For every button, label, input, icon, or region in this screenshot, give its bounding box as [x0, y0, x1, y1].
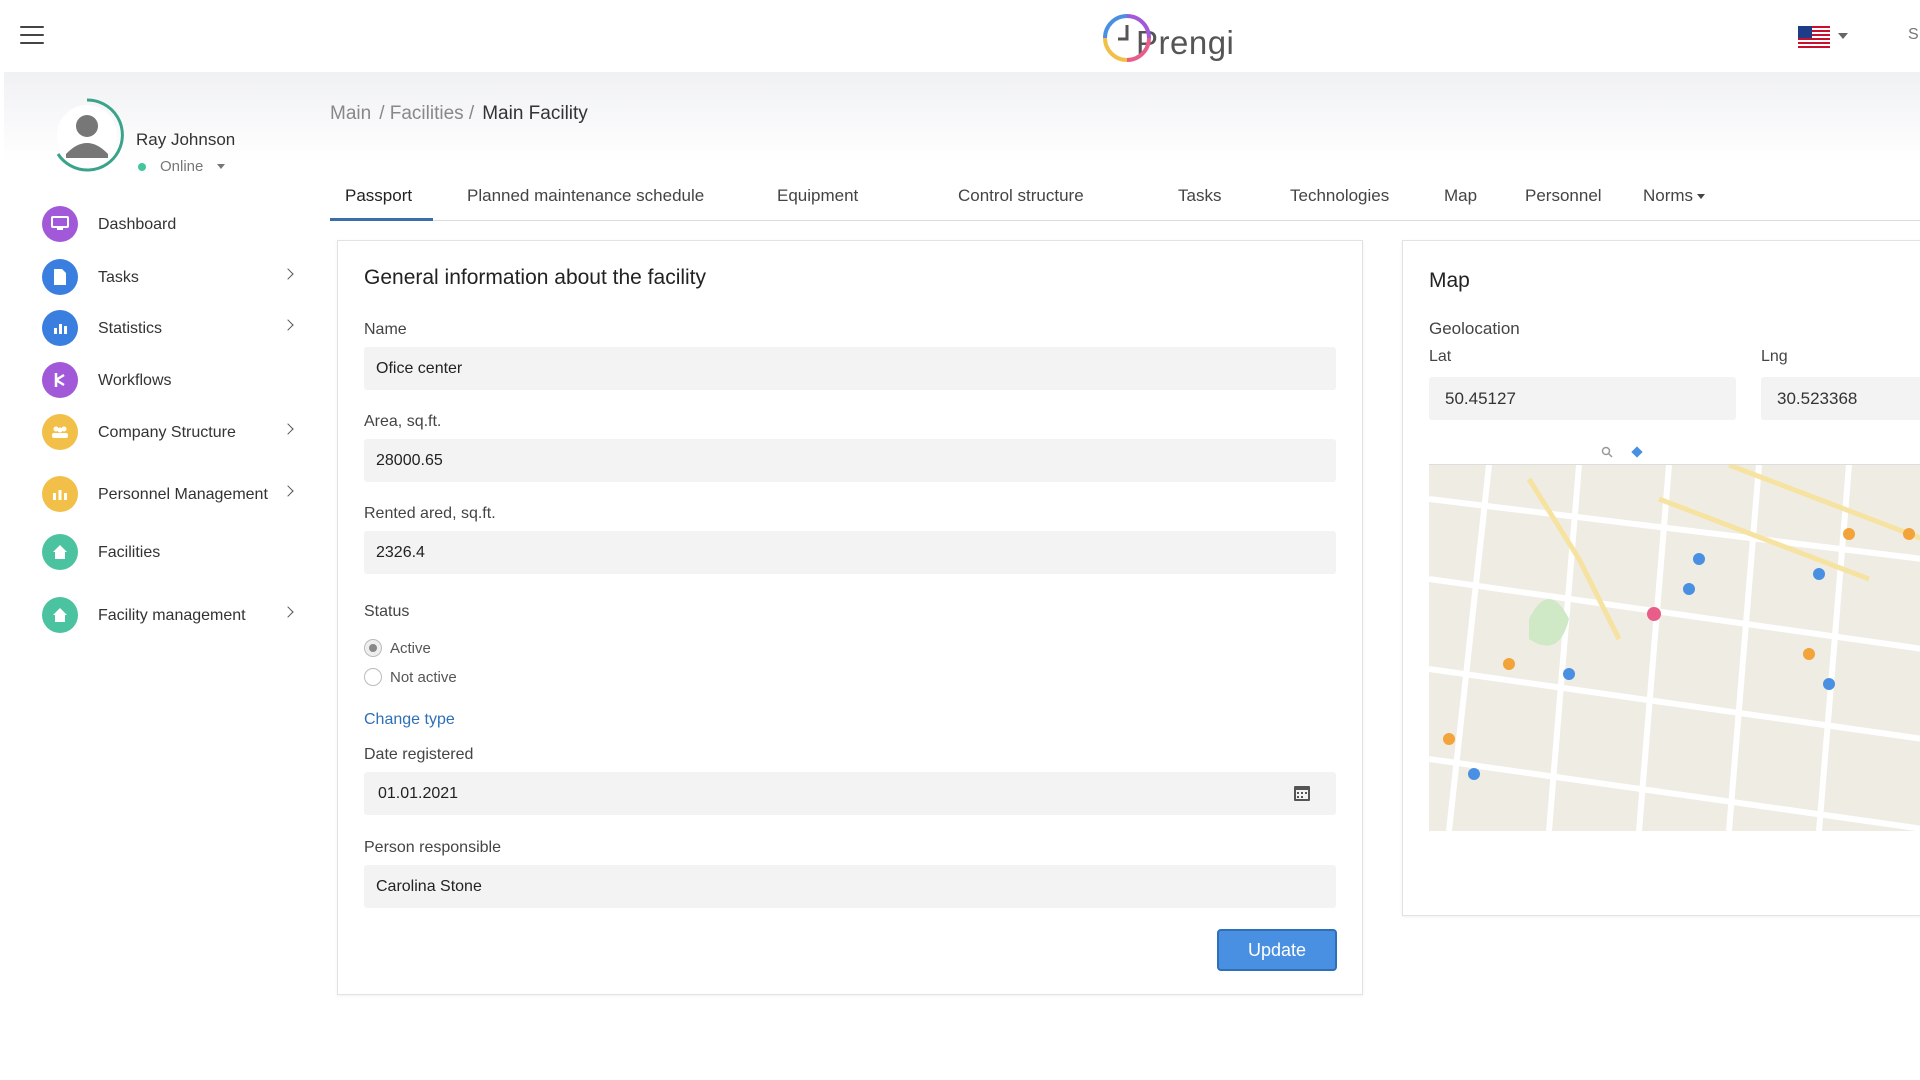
- date-registered-field[interactable]: 01.01.2021: [364, 772, 1336, 815]
- status-option-label: Active: [390, 639, 431, 657]
- sidebar-item-label: Facilities: [98, 543, 161, 561]
- sidebar-item-facilities[interactable]: Facilities: [42, 530, 302, 574]
- user-status-dropdown[interactable]: Online: [136, 158, 226, 175]
- date-registered-value: 01.01.2021: [378, 785, 459, 802]
- user-name: Ray Johnson: [136, 130, 236, 149]
- lng-field[interactable]: [1761, 377, 1920, 420]
- directions-icon[interactable]: [1631, 445, 1643, 458]
- monitor-icon: [42, 206, 78, 242]
- tab-map[interactable]: Map: [1444, 186, 1477, 206]
- sidebar-item-company-structure[interactable]: Company Structure: [42, 410, 302, 454]
- map-toolbar: [1429, 439, 1920, 465]
- personnel-icon: [42, 476, 78, 512]
- general-info-card: General information about the facility N…: [337, 240, 1363, 995]
- us-flag-icon[interactable]: [1798, 26, 1830, 48]
- name-label: Name: [364, 321, 407, 338]
- sidebar-item-workflows[interactable]: Workflows: [42, 358, 302, 402]
- top-bar: Prengi S: [0, 0, 1920, 72]
- sidebar: Ray Johnson Online Dashboard Tasks Stati…: [4, 72, 294, 1080]
- sidebar-item-statistics[interactable]: Statistics: [42, 306, 302, 350]
- lat-label: Lat: [1429, 348, 1452, 365]
- chevron-right-icon: [282, 423, 294, 435]
- avatar: [56, 98, 124, 172]
- change-type-link[interactable]: Change type: [364, 711, 455, 729]
- sidebar-item-personnel-management[interactable]: Personnel Management: [42, 466, 302, 522]
- area-field[interactable]: [364, 439, 1336, 482]
- lng-label: Lng: [1761, 348, 1788, 365]
- chevron-right-icon: [282, 319, 294, 331]
- status-label: Status: [364, 603, 410, 620]
- tab-tasks[interactable]: Tasks: [1178, 186, 1221, 206]
- topbar-edge-text: S: [1908, 26, 1919, 43]
- home-icon: [42, 534, 78, 570]
- rented-area-label: Rented ared, sq.ft.: [364, 505, 496, 522]
- search-icon[interactable]: [1601, 446, 1613, 458]
- chevron-right-icon: [282, 606, 294, 618]
- status-option-label: Not active: [390, 668, 457, 686]
- tab-norms-label: Norms: [1643, 186, 1694, 205]
- geolocation-label: Geolocation: [1429, 319, 1520, 338]
- person-responsible-field[interactable]: [364, 865, 1336, 908]
- radio-unchecked-icon: [364, 668, 382, 686]
- breadcrumb: Main / Facilities / Main Facility: [330, 103, 588, 125]
- sidebar-item-label: Tasks: [98, 268, 139, 286]
- sidebar-item-label: Company Structure: [98, 423, 236, 441]
- sidebar-item-label: Personnel Management: [98, 485, 268, 503]
- sidebar-item-label: Facility management: [98, 606, 246, 624]
- logo-mark-icon: [1103, 14, 1151, 62]
- chevron-down-icon: [217, 164, 226, 169]
- tab-technologies[interactable]: Technologies: [1290, 186, 1389, 206]
- radio-checked-icon: [364, 639, 382, 657]
- sidebar-item-dashboard[interactable]: Dashboard: [42, 202, 302, 246]
- map-card: Map Geolocation Lat Lng: [1402, 240, 1920, 916]
- document-icon: [42, 259, 78, 295]
- sidebar-item-tasks[interactable]: Tasks: [42, 255, 302, 299]
- workflow-icon: [42, 362, 78, 398]
- breadcrumb-current: Main Facility: [482, 103, 588, 124]
- status-radio-active[interactable]: Active: [364, 639, 431, 657]
- home-icon: [42, 597, 78, 633]
- hamburger-menu-icon[interactable]: [20, 26, 44, 44]
- update-button[interactable]: Update: [1217, 929, 1337, 971]
- sidebar-item-label: Statistics: [98, 319, 163, 337]
- person-responsible-label: Person responsible: [364, 839, 501, 856]
- breadcrumb-main[interactable]: Main: [330, 103, 371, 125]
- calendar-icon[interactable]: [1293, 784, 1311, 802]
- lat-field[interactable]: [1429, 377, 1736, 420]
- chevron-right-icon: [282, 268, 294, 280]
- tab-equipment[interactable]: Equipment: [777, 186, 858, 206]
- map-card-title: Map: [1429, 269, 1470, 292]
- tab-planned-maintenance-schedule[interactable]: Planned maintenance schedule: [467, 186, 704, 206]
- chevron-right-icon: [282, 485, 294, 497]
- sidebar-item-facility-management[interactable]: Facility management: [42, 593, 302, 637]
- date-registered-label: Date registered: [364, 746, 474, 763]
- logo[interactable]: Prengi: [1100, 8, 1234, 68]
- tab-norms[interactable]: Norms: [1643, 186, 1706, 206]
- street-map-image: [1429, 439, 1920, 831]
- tab-passport[interactable]: Passport: [345, 186, 412, 206]
- bar-chart-icon: [42, 310, 78, 346]
- breadcrumb-facilities[interactable]: / Facilities /: [379, 103, 474, 125]
- sidebar-item-label: Dashboard: [98, 215, 177, 233]
- language-dropdown-caret-icon[interactable]: [1838, 33, 1848, 39]
- tab-personnel[interactable]: Personnel: [1525, 186, 1602, 206]
- chevron-down-icon: [1697, 194, 1706, 200]
- active-tab-indicator: [330, 218, 433, 221]
- team-icon: [42, 414, 78, 450]
- tab-control-structure[interactable]: Control structure: [958, 186, 1084, 206]
- tab-bar: Passport Planned maintenance schedule Eq…: [330, 178, 1920, 221]
- status-radio-not-active[interactable]: Not active: [364, 668, 457, 686]
- map-view[interactable]: [1429, 439, 1920, 831]
- general-info-title: General information about the facility: [364, 266, 707, 289]
- user-status-label: Online: [160, 158, 204, 175]
- name-field[interactable]: [364, 347, 1336, 390]
- rented-area-field[interactable]: [364, 531, 1336, 574]
- area-label: Area, sq.ft.: [364, 413, 442, 430]
- user-profile[interactable]: Ray Johnson Online: [48, 92, 298, 182]
- sidebar-item-label: Workflows: [98, 371, 172, 389]
- online-status-dot: [138, 162, 146, 171]
